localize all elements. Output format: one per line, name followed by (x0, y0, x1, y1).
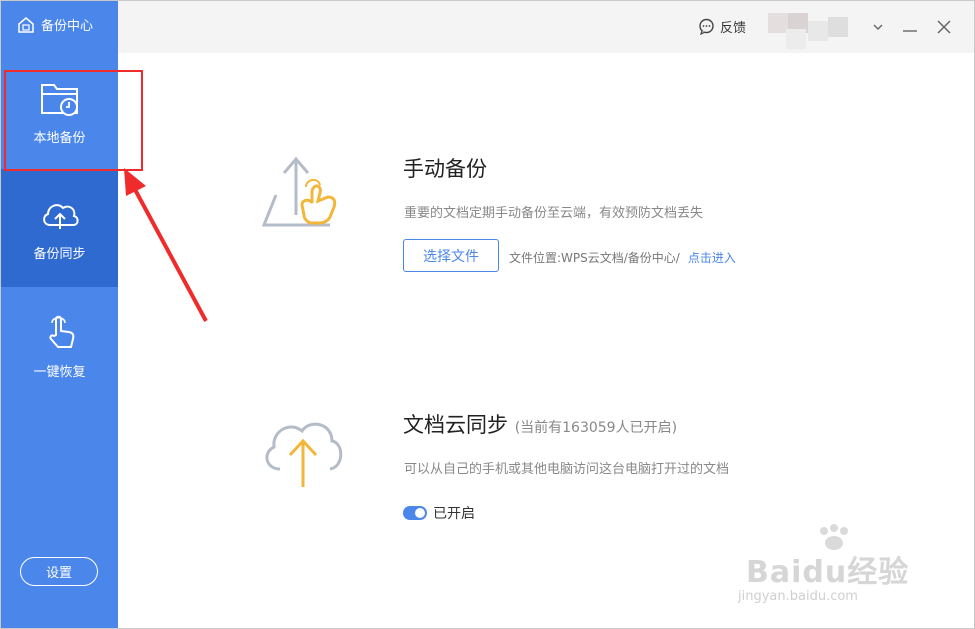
toggle-knob (415, 508, 425, 518)
sidebar-item-one-click-restore[interactable]: 一键恢复 (1, 287, 118, 405)
manual-backup-section: 手动备份 重要的文档定期手动备份至云端，有效预防文档丢失 选择文件 文件位置:W… (118, 53, 974, 353)
feedback-button[interactable]: 反馈 (698, 17, 746, 36)
sidebar-item-backup-sync[interactable]: 备份同步 (1, 169, 118, 287)
avatar[interactable] (766, 7, 854, 49)
enter-link[interactable]: 点击进入 (688, 251, 736, 265)
titlebar: 反馈 (118, 1, 974, 53)
cloud-sync-toggle-row: 已开启 (403, 503, 475, 523)
cloud-upload-icon (265, 422, 343, 487)
file-location-label: 文件位置:WPS云文档/备份中心/ (509, 251, 680, 265)
cloud-upload-icon (42, 203, 79, 229)
sidebar-item-local-backup[interactable]: 本地备份 (1, 53, 118, 171)
cloud-sync-toggle[interactable] (403, 506, 427, 520)
folder-clock-icon (40, 83, 78, 116)
cloud-sync-desc: 可以从自己的手机或其他电脑访问这台电脑打开过的文档 (404, 462, 730, 477)
choose-file-button[interactable]: 选择文件 (403, 239, 499, 272)
backup-house-icon (18, 16, 34, 33)
settings-button[interactable]: 设置 (20, 557, 98, 586)
brand: 备份中心 (17, 15, 93, 34)
chat-bubble-icon (699, 18, 714, 35)
sidebar-item-label: 一键恢复 (33, 364, 86, 380)
cloud-sync-title: 文档云同步 (当前有163059人已开启) (403, 409, 677, 439)
close-icon[interactable] (934, 17, 954, 37)
backup-center-window: 备份中心 本地备份 备份同步 一键恢复 设置 反馈 手动备份 重要的文档定期手动… (0, 0, 975, 629)
watermark-url: jingyan.baidu.com (738, 589, 858, 604)
manual-backup-title: 手动备份 (403, 157, 487, 181)
sidebar-item-label: 备份同步 (33, 246, 86, 262)
hand-pointer-icon (48, 315, 74, 348)
baidu-watermark: Baidu经验 jingyan.baidu.com (736, 523, 931, 613)
sidebar-item-label: 本地备份 (33, 130, 86, 146)
watermark-brand: Baidu经验 (746, 555, 910, 590)
cloud-sync-toggle-label: 已开启 (433, 506, 475, 522)
cloud-sync-title-text: 文档云同步 (403, 413, 508, 437)
chevron-down-icon[interactable] (868, 17, 888, 37)
minimize-icon[interactable] (900, 17, 920, 37)
file-location: 文件位置:WPS云文档/备份中心/点击进入 (509, 249, 736, 266)
manual-backup-desc: 重要的文档定期手动备份至云端，有效预防文档丢失 (404, 206, 704, 221)
cloud-sync-user-count: (当前有163059人已开启) (514, 420, 678, 436)
upload-hand-icon (261, 156, 337, 227)
sidebar: 备份中心 本地备份 备份同步 一键恢复 设置 (1, 1, 118, 628)
brand-label: 备份中心 (41, 19, 94, 34)
feedback-label: 反馈 (720, 21, 747, 36)
